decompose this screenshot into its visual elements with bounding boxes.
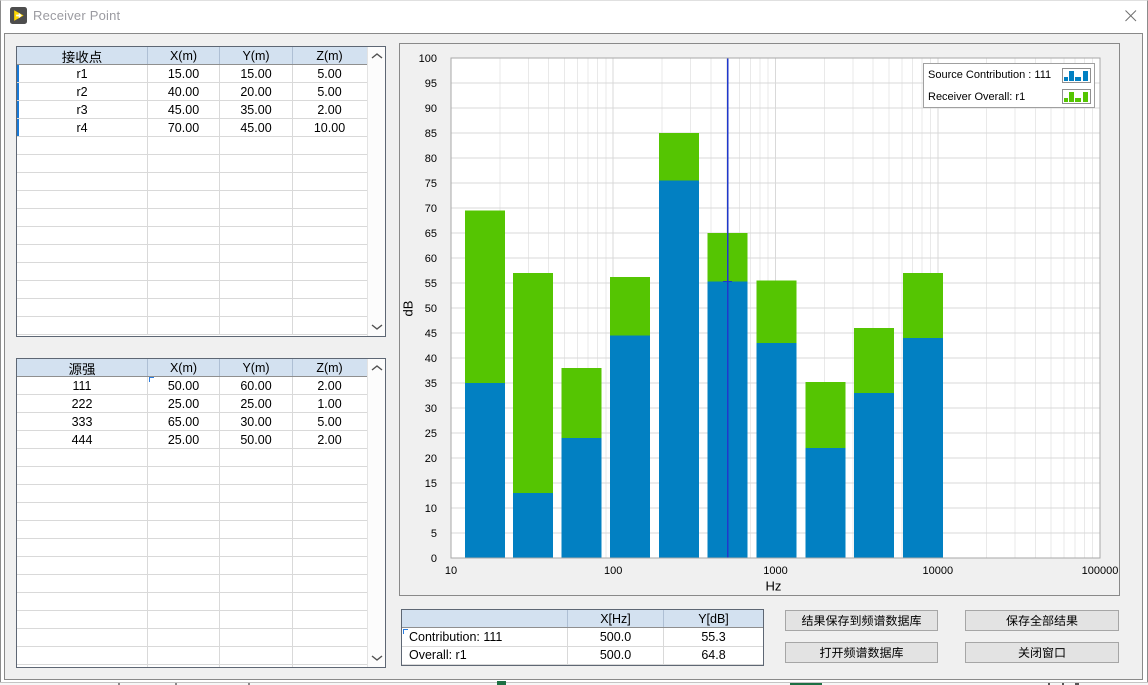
svg-text:65: 65 — [425, 228, 437, 240]
svg-text:20: 20 — [425, 453, 437, 465]
svg-text:25: 25 — [425, 428, 437, 440]
svg-text:45: 45 — [425, 328, 437, 340]
svg-text:70: 70 — [425, 203, 437, 215]
svg-text:dB: dB — [401, 301, 416, 317]
svg-text:30: 30 — [425, 403, 437, 415]
svg-text:85: 85 — [425, 128, 437, 140]
svg-text:60: 60 — [425, 253, 437, 265]
svg-text:10: 10 — [445, 565, 457, 577]
svg-text:100000: 100000 — [1082, 565, 1119, 577]
svg-text:75: 75 — [425, 178, 437, 190]
svg-text:5: 5 — [431, 528, 437, 540]
svg-text:1000: 1000 — [763, 565, 787, 577]
svg-text:80: 80 — [425, 153, 437, 165]
svg-text:0: 0 — [431, 553, 437, 565]
svg-text:90: 90 — [425, 103, 437, 115]
svg-text:100: 100 — [419, 53, 437, 65]
svg-text:35: 35 — [425, 378, 437, 390]
svg-text:10000: 10000 — [923, 565, 954, 577]
svg-text:55: 55 — [425, 278, 437, 290]
svg-text:95: 95 — [425, 78, 437, 90]
svg-text:50: 50 — [425, 303, 437, 315]
svg-text:40: 40 — [425, 353, 437, 365]
svg-text:100: 100 — [604, 565, 622, 577]
svg-text:Hz: Hz — [766, 579, 782, 594]
svg-text:15: 15 — [425, 478, 437, 490]
svg-text:10: 10 — [425, 503, 437, 515]
